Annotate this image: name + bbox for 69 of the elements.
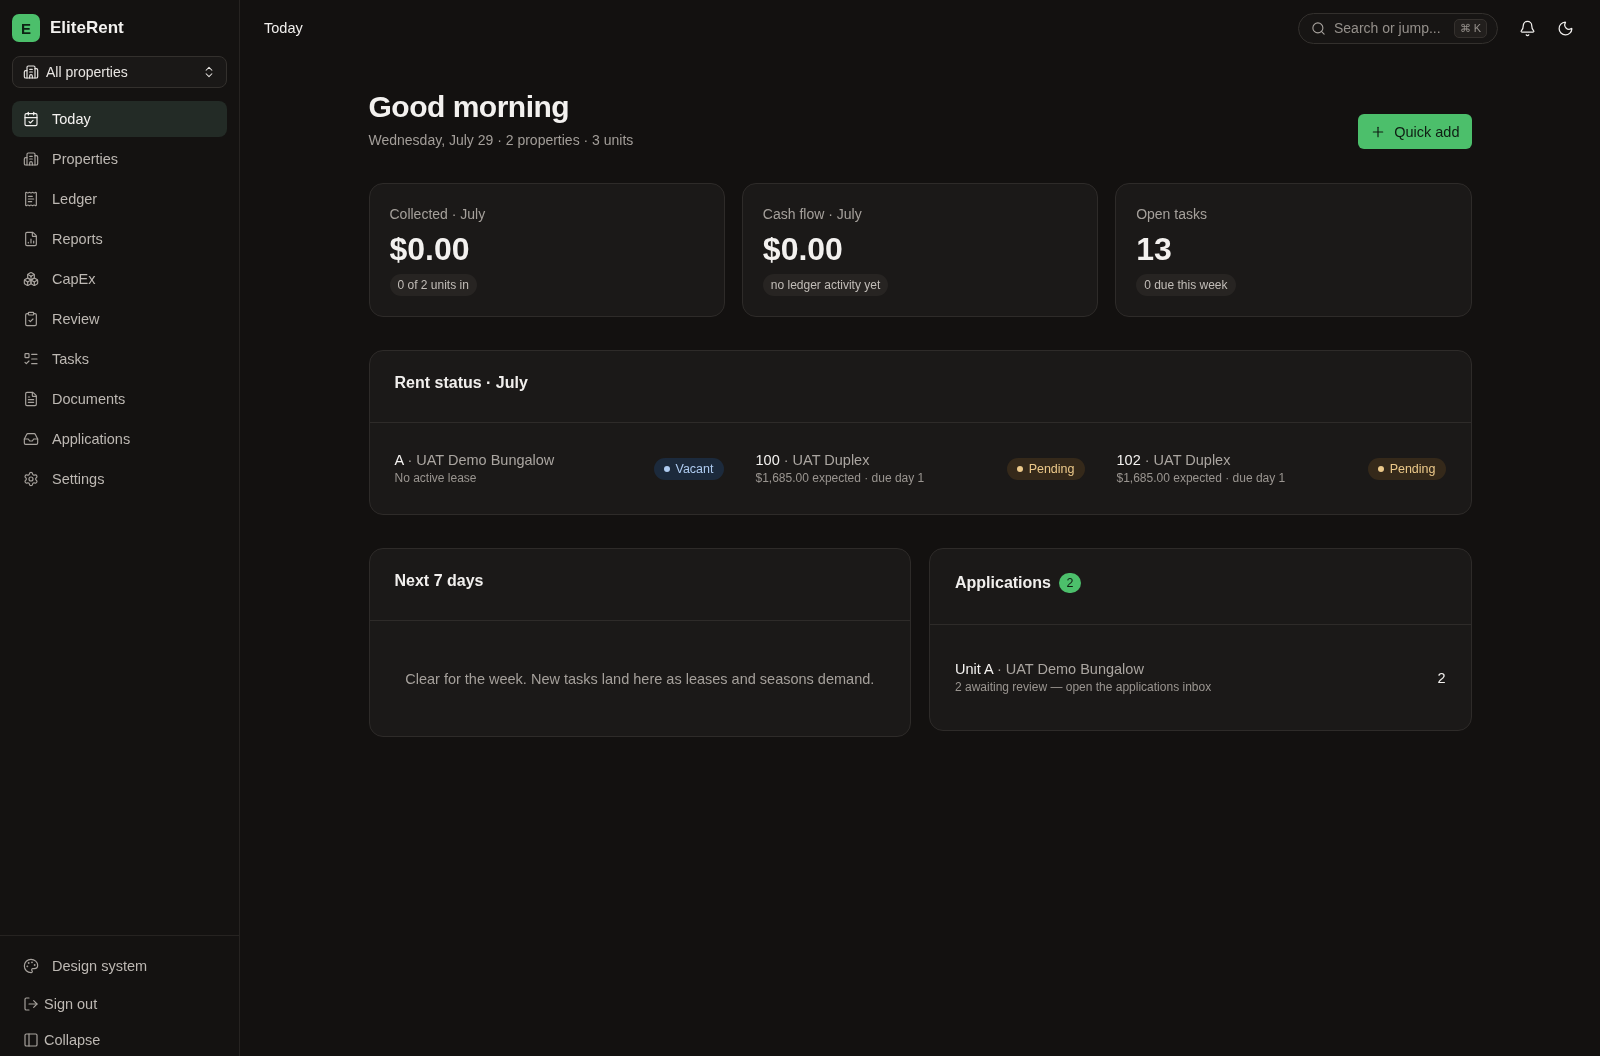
status-dot-icon <box>1377 465 1384 472</box>
notifications-button[interactable] <box>1518 19 1536 37</box>
stat-value: 13 <box>1136 230 1172 268</box>
card-title: Next 7 days <box>394 571 484 591</box>
settings-icon <box>23 471 39 487</box>
sidebar-item[interactable]: Tasks <box>12 341 227 377</box>
brand-logo: E <box>12 14 40 42</box>
application-row[interactable]: Unit A · UAT Demo Bungalow 2 awaiting review — open the applications inbox 2 <box>930 625 1471 730</box>
boxes-icon <box>23 271 39 287</box>
status-dot-icon <box>1016 465 1023 472</box>
clipboard-check-icon <box>23 311 39 327</box>
status-label: Pending <box>1028 461 1075 476</box>
checklist-icon <box>23 351 39 367</box>
greeting-heading: Good morning <box>368 89 571 125</box>
sidebar-item[interactable]: Review <box>12 301 227 337</box>
building-icon <box>23 151 39 167</box>
stat-note: 0 due this week <box>1136 274 1236 296</box>
stat-note: no ledger activity yet <box>762 274 889 296</box>
sidebar-item[interactable]: Today <box>12 101 227 137</box>
calendar-check-icon <box>23 111 39 127</box>
sidebar-panel-icon <box>23 1032 39 1048</box>
sidebar-item[interactable]: Design system <box>12 948 227 984</box>
count-badge: 2 <box>1059 573 1081 593</box>
application-count: 2 <box>1437 669 1446 686</box>
sidebar-item[interactable]: Settings <box>12 461 227 497</box>
brand-name: EliteRent <box>50 18 124 38</box>
sidebar-item[interactable]: Ledger <box>12 181 227 217</box>
empty-message: Clear for the week. New tasks land here as leases and seasons demand. <box>405 670 875 687</box>
quick-add-button[interactable]: Quick add <box>1358 114 1472 149</box>
sidebar-item[interactable]: Applications <box>12 421 227 457</box>
unit-name: 102 · UAT Duplex <box>1116 451 1232 470</box>
status-label: Vacant <box>675 461 714 476</box>
property-selector[interactable]: All properties <box>12 56 227 88</box>
document-icon <box>23 391 39 407</box>
stat-label: Collected · July <box>389 205 486 224</box>
unit-name: A · UAT Demo Bungalow <box>394 451 555 470</box>
sidebar-item[interactable]: Documents <box>12 381 227 417</box>
unit-detail: $1,685.00 expected · due day 1 <box>1116 470 1286 487</box>
card-title: Rent status · July <box>394 373 528 393</box>
stat-label: Cash flow · July <box>762 205 862 224</box>
sidebar-item[interactable]: Properties <box>12 141 227 177</box>
sidebar-action[interactable]: Collapse <box>12 1024 227 1056</box>
unit-name: Unit A · UAT Demo Bungalow <box>955 660 1145 679</box>
bell-icon <box>1518 19 1536 37</box>
file-chart-icon <box>23 231 39 247</box>
sidebar-item[interactable]: Reports <box>12 221 227 257</box>
inbox-icon <box>23 431 39 447</box>
receipt-icon <box>23 191 39 207</box>
building-icon <box>23 64 39 80</box>
sidebar-action[interactable]: Sign out <box>12 988 227 1020</box>
greeting-subtitle: Wednesday, July 29 · 2 properties · 3 units <box>368 131 634 150</box>
moon-icon <box>1556 19 1574 37</box>
search-icon <box>1311 20 1326 36</box>
unit-name: 100 · UAT Duplex <box>755 451 871 470</box>
sidebar-item[interactable]: CapEx <box>12 261 227 297</box>
status-dot-icon <box>663 465 670 472</box>
logout-icon <box>23 996 39 1012</box>
unit-detail: No active lease <box>394 470 478 487</box>
unit-detail: $1,685.00 expected · due day 1 <box>755 470 925 487</box>
card-title: Applications <box>955 573 1051 593</box>
stat-label: Open tasks <box>1136 205 1207 224</box>
stat-note: 0 of 2 units in <box>389 274 477 296</box>
status-label: Pending <box>1389 461 1436 476</box>
stat-value: $0.00 <box>389 230 470 268</box>
stat-value: $0.00 <box>762 230 843 268</box>
page-title: Today <box>264 20 303 36</box>
theme-toggle-button[interactable] <box>1556 19 1574 37</box>
palette-icon <box>23 958 39 974</box>
application-detail: 2 awaiting review — open the applications inbox <box>955 679 1212 696</box>
